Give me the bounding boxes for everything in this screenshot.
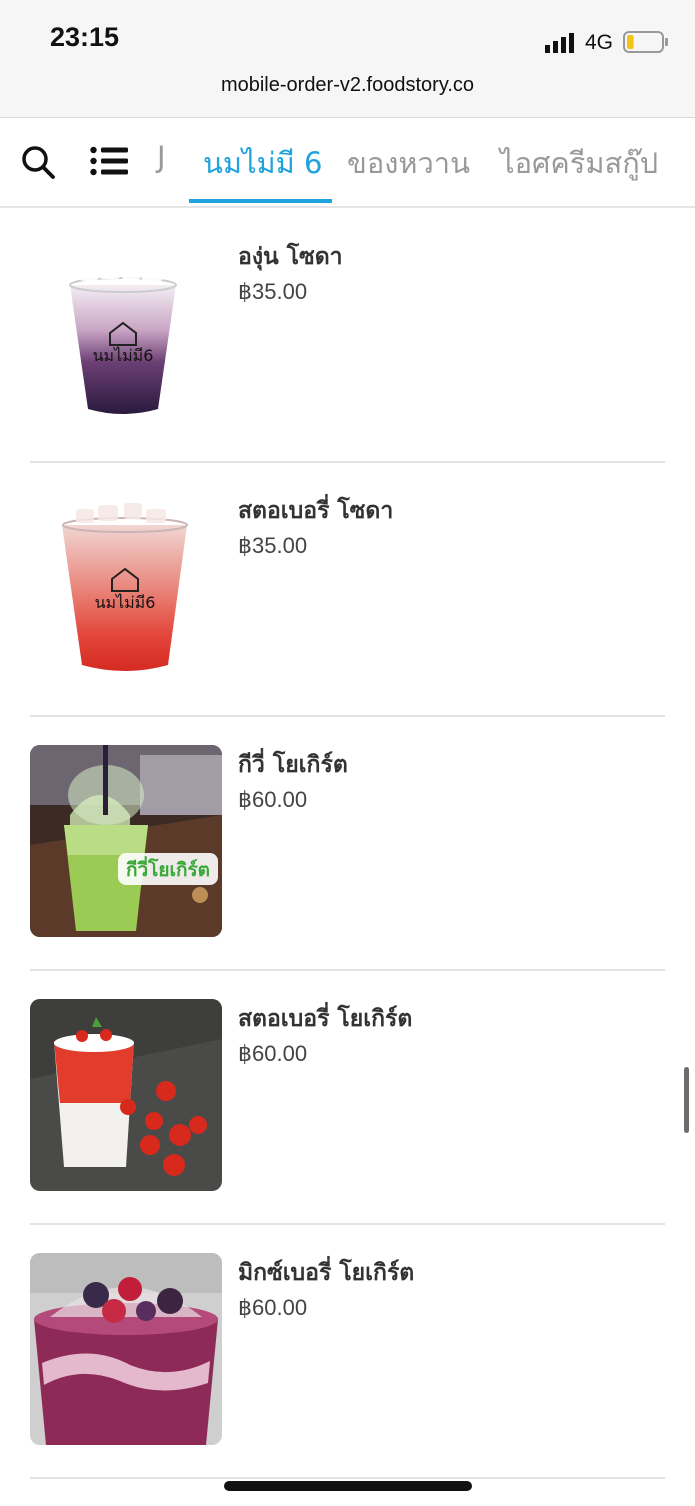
mixberry-yogurt-image — [30, 1253, 222, 1445]
signal-icon — [545, 33, 574, 53]
menu-item[interactable]: สตอเบอรี่ โยเกิร์ต ฿60.00 — [30, 969, 665, 1225]
item-name: กีวี่ โยเกิร์ต — [238, 752, 348, 778]
menu-item[interactable]: นมไม่มี6 องุ่น โซดา ฿35.00 — [30, 207, 665, 463]
kiwi-overlay-text: กีวี่โยเกิร์ต — [126, 856, 210, 881]
active-tab-underline — [189, 199, 332, 203]
menu-item[interactable]: กีวี่โยเกิร์ต กีวี่ โยเกิร์ต ฿60.00 — [30, 715, 665, 971]
kiwi-yogurt-image: กีวี่โยเกิร์ต — [30, 745, 222, 937]
scrollbar[interactable] — [684, 1067, 689, 1133]
tab-category-ice-cream[interactable]: ไอศครีมสกู๊ป — [500, 140, 658, 186]
item-name: สตอเบอรี่ โยเกิร์ต — [238, 1006, 413, 1032]
tab-category-desserts[interactable]: ของหวาน — [347, 140, 470, 186]
home-indicator[interactable] — [224, 1481, 472, 1491]
item-price: ฿35.00 — [238, 279, 308, 304]
item-name: องุ่น โซดา — [238, 244, 343, 270]
item-price: ฿60.00 — [238, 1295, 308, 1320]
menu-item[interactable]: นมไม่มี6 สตอเบอรี่ โซดา ฿35.00 — [30, 461, 665, 717]
item-name: สตอเบอรี่ โซดา — [238, 498, 394, 524]
category-bar: J นมไม่มี 6 ของหวาน ไอศครีมสกู๊ป — [0, 118, 695, 208]
item-name: มิกซ์เบอรี่ โยเกิร์ต — [238, 1260, 415, 1286]
cup-logo-text: นมไม่มี6 — [93, 346, 154, 365]
grape-soda-image: นมไม่มี6 — [30, 237, 222, 429]
search-icon[interactable] — [20, 144, 56, 180]
tab-category-active[interactable]: นมไม่มี 6 — [203, 140, 322, 186]
tab-category-j[interactable]: J — [157, 140, 166, 174]
battery-icon — [623, 31, 668, 53]
network-type: 4G — [585, 31, 614, 54]
status-bar: 23:15 4G mobile-order-v2.foodstory.co — [0, 0, 695, 118]
item-price: ฿60.00 — [238, 787, 308, 812]
strawberry-yogurt-image — [30, 999, 222, 1191]
menu-item[interactable]: มิกซ์เบอรี่ โยเกิร์ต ฿60.00 — [30, 1223, 665, 1479]
item-price: ฿35.00 — [238, 533, 308, 558]
address-bar-url[interactable]: mobile-order-v2.foodstory.co — [0, 74, 695, 97]
status-time: 23:15 — [50, 22, 120, 52]
item-price: ฿60.00 — [238, 1041, 308, 1066]
list-icon[interactable] — [90, 146, 128, 176]
strawberry-soda-image: นมไม่มี6 — [30, 491, 222, 683]
cup-logo-text: นมไม่มี6 — [95, 593, 156, 612]
